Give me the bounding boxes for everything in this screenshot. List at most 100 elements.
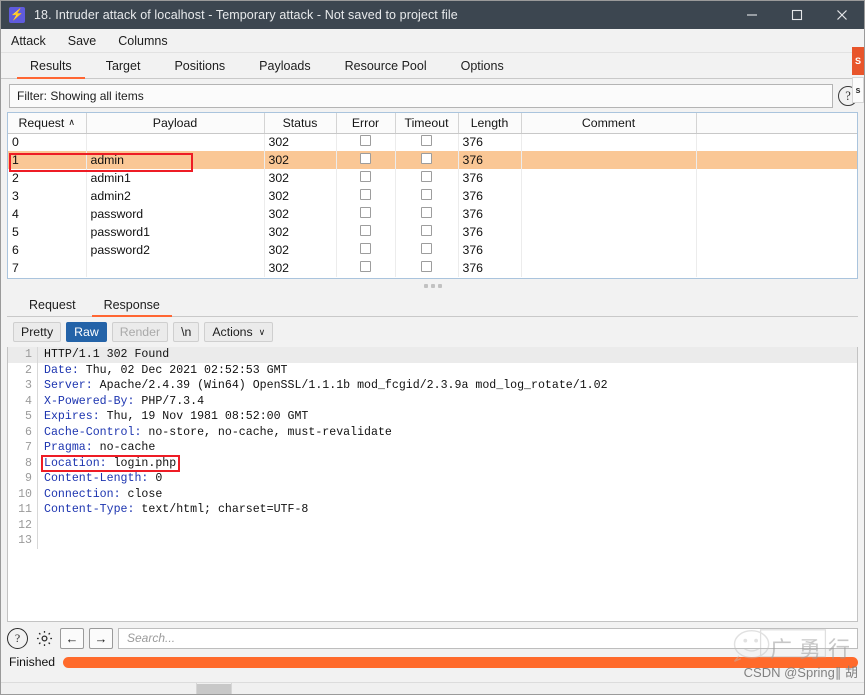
response-viewer[interactable]: 1 HTTP/1.1 302 Found 2 Date: Thu, 02 Dec… [7,347,858,622]
tab-payloads[interactable]: Payloads [242,58,327,78]
raw-button[interactable]: Raw [66,322,107,342]
header-key: Location: [44,456,107,470]
column-header-extra[interactable] [696,113,857,134]
line-number: 4 [8,393,38,409]
arrow-left-icon[interactable]: ← [60,627,84,649]
timeout-checkbox[interactable] [421,153,432,164]
newline-button[interactable]: \n [173,322,200,342]
header-value: 0 [148,472,163,485]
results-table-container[interactable]: Request ∧ Payload Status Error Timeout L… [7,112,858,279]
line-number: 1 [8,347,38,363]
line-number: 3 [8,378,38,394]
cell-extra [696,259,857,277]
cell-comment[interactable] [521,241,697,259]
arrow-right-icon[interactable]: → [89,627,113,649]
gear-icon[interactable] [33,627,55,649]
line-number: 9 [8,471,38,487]
timeout-checkbox[interactable] [421,135,432,147]
table-row[interactable]: 1 admin 302 376 [8,151,857,169]
cell-payload [86,133,265,151]
error-checkbox[interactable] [360,243,371,254]
timeout-checkbox[interactable] [421,189,432,200]
tab-resource-pool[interactable]: Resource Pool [328,58,444,78]
timeout-checkbox[interactable] [421,171,432,182]
cell-payload: admin1 [86,169,265,187]
menu-item-save[interactable]: Save [68,34,97,48]
side-tab-secondary[interactable]: s [852,77,864,103]
timeout-checkbox[interactable] [421,207,432,218]
table-row[interactable]: 2 admin1 302 376 [8,169,857,187]
burp-intruder-window: ⚡ 18. Intruder attack of localhost - Tem… [0,0,865,695]
maximize-button[interactable] [774,1,819,29]
line-number: 6 [8,424,38,440]
cell-comment[interactable] [521,205,697,223]
timeout-checkbox[interactable] [421,225,432,236]
minimize-button[interactable] [729,1,774,29]
cell-timeout [395,241,459,259]
line-text: Connection: close [38,487,162,503]
column-header-timeout[interactable]: Timeout [395,113,459,134]
cell-comment[interactable] [521,259,697,277]
column-header-error[interactable]: Error [336,113,396,134]
table-row[interactable]: 0 302 376 [8,133,857,151]
side-tab-accent[interactable]: S [852,47,864,75]
table-row[interactable]: 7 302 376 [8,259,857,277]
column-header-status[interactable]: Status [264,113,337,134]
actions-button[interactable]: Actions ∨ [204,322,274,342]
cell-comment[interactable] [521,151,697,169]
cell-length: 376 [458,241,522,259]
status-label: Finished [9,655,56,669]
tab-positions[interactable]: Positions [157,58,242,78]
error-checkbox[interactable] [360,261,371,272]
error-checkbox[interactable] [360,135,371,147]
column-header-comment[interactable]: Comment [521,113,697,134]
response-line: 13 [8,533,857,549]
header-value: PHP/7.3.4 [134,394,205,408]
table-row[interactable]: 6 password2 302 376 [8,241,857,259]
tab-options[interactable]: Options [444,58,521,78]
timeout-checkbox[interactable] [421,261,432,272]
cell-comment[interactable] [521,133,697,151]
cell-status: 302 [264,223,337,241]
line-text: Cache-Control: no-store, no-cache, must-… [38,425,392,441]
column-header-request[interactable]: Request ∧ [8,113,87,134]
pretty-button[interactable]: Pretty [13,322,62,342]
line-number: 13 [8,533,38,549]
close-button[interactable] [819,1,864,29]
cell-length: 376 [458,223,522,241]
table-row[interactable]: 3 admin2 302 376 [8,187,857,205]
error-checkbox[interactable] [360,171,371,182]
tab-target[interactable]: Target [89,58,158,78]
column-header-payload[interactable]: Payload [86,113,265,134]
tab-response[interactable]: Response [90,298,174,317]
menu-item-columns[interactable]: Columns [118,34,167,48]
horizontal-scrollbar[interactable] [1,682,864,694]
table-row[interactable]: 5 password1 302 376 [8,223,857,241]
error-checkbox[interactable] [360,225,371,236]
menu-item-attack[interactable]: Attack [11,34,46,48]
cell-comment[interactable] [521,169,697,187]
cell-length: 376 [458,151,522,169]
cell-comment[interactable] [521,223,697,241]
response-line: 10 Connection: close [8,486,857,503]
panel-splitter[interactable] [1,279,864,293]
search-input[interactable]: Search... [118,627,858,649]
header-key: Server: [44,379,93,392]
filter-bar[interactable]: Filter: Showing all items [9,84,833,108]
table-row[interactable]: 4 password 302 376 [8,205,857,223]
main-tab-bar: Results Target Positions Payloads Resour… [1,53,864,79]
tab-results[interactable]: Results [13,58,89,79]
response-line: 7 Pragma: no-cache [8,440,857,456]
error-checkbox[interactable] [360,207,371,218]
timeout-checkbox[interactable] [421,243,432,254]
render-button[interactable]: Render [111,322,169,342]
error-checkbox[interactable] [360,189,371,200]
tab-request[interactable]: Request [15,298,90,316]
cell-status: 302 [264,187,337,205]
cell-comment[interactable] [521,187,697,205]
response-line: 4 X-Powered-By: PHP/7.3.4 [8,393,857,409]
question-mark-icon[interactable]: ? [7,627,28,649]
error-checkbox[interactable] [360,153,371,164]
column-header-length[interactable]: Length [458,113,522,134]
scrollbar-thumb[interactable] [197,684,231,694]
